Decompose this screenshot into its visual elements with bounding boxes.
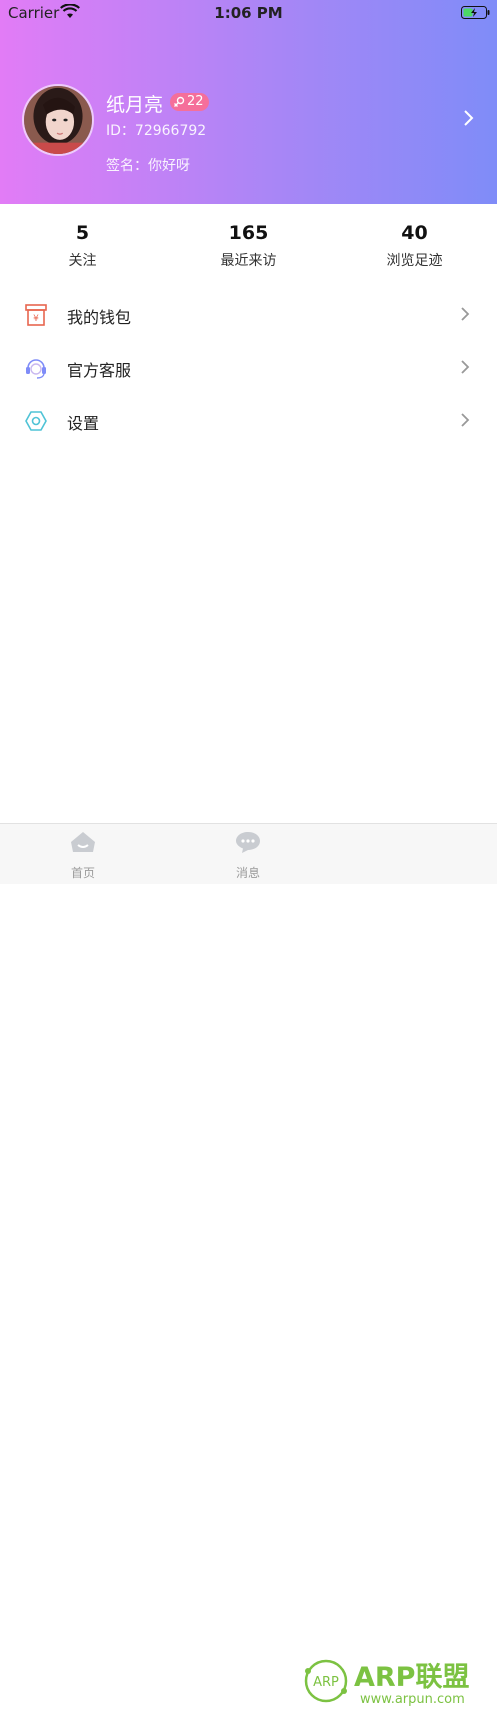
stat-label: 最近来访 [220, 253, 277, 269]
menu-label: 我的钱包 [67, 308, 132, 327]
stat-following[interactable]: 5 关注 [0, 222, 165, 270]
svg-text:¥: ¥ [33, 314, 39, 324]
menu-item-customer-service[interactable]: 官方客服 [0, 341, 497, 393]
chevron-right-icon[interactable] [463, 109, 475, 127]
badge-value: 22 [187, 94, 204, 109]
tab-label: 消息 [235, 866, 260, 880]
menu-item-wallet[interactable]: ¥ 我的钱包 [0, 288, 497, 340]
watermark: ARP ARP联盟 www.arpun.com [298, 1653, 497, 1707]
gender-age-badge: 22 [170, 93, 209, 111]
status-bar: Carrier 1:06 PM [0, 0, 497, 26]
chevron-right-icon [461, 413, 470, 427]
avatar-image [24, 86, 92, 154]
wallet-icon: ¥ [25, 304, 47, 326]
menu-item-settings[interactable]: 设置 [0, 394, 497, 446]
stat-browse-history[interactable]: 40 浏览足迹 [332, 222, 497, 270]
tab-bar: 首页 消息 ARP ARP联盟 www.arpun.com [0, 823, 497, 1707]
stats-row: 5 关注 165 最近来访 40 浏览足迹 [0, 204, 497, 284]
customer-service-icon [26, 359, 46, 379]
home-icon [71, 832, 95, 852]
status-time: 1:06 PM [214, 4, 283, 22]
tab-label: 首页 [70, 866, 95, 880]
settings-icon [25, 411, 47, 431]
menu-label: 设置 [67, 414, 100, 433]
user-name: 纸月亮 [106, 94, 164, 116]
female-symbol-icon [174, 96, 185, 107]
tab-messages[interactable]: 消息 [208, 830, 288, 881]
watermark-url: www.arpun.com [360, 1692, 465, 1707]
stat-recent-visitors[interactable]: 165 最近来访 [166, 222, 331, 270]
chevron-right-icon [461, 360, 470, 374]
menu-label: 官方客服 [67, 361, 132, 380]
avatar[interactable] [22, 84, 94, 156]
stat-label: 关注 [68, 253, 97, 269]
watermark-brand: ARP联盟 [354, 1662, 469, 1693]
chevron-right-icon [461, 307, 470, 321]
logo-text: ARP [313, 1675, 339, 1690]
profile-header: Carrier 1:06 PM 纸月亮 22 ID：72966792 签名：你好… [0, 0, 497, 204]
user-signature: 签名：你好呀 [106, 158, 190, 174]
stat-label: 浏览足迹 [386, 253, 443, 269]
arp-logo: ARP ARP联盟 www.arpun.com [304, 1659, 469, 1707]
battery-icon [461, 6, 490, 19]
stat-value: 40 [401, 222, 428, 244]
message-icon [236, 832, 260, 853]
tab-home[interactable]: 首页 [43, 830, 123, 881]
user-id: ID：72966792 [106, 123, 207, 139]
stat-value: 165 [228, 222, 269, 244]
stat-value: 5 [75, 222, 90, 244]
